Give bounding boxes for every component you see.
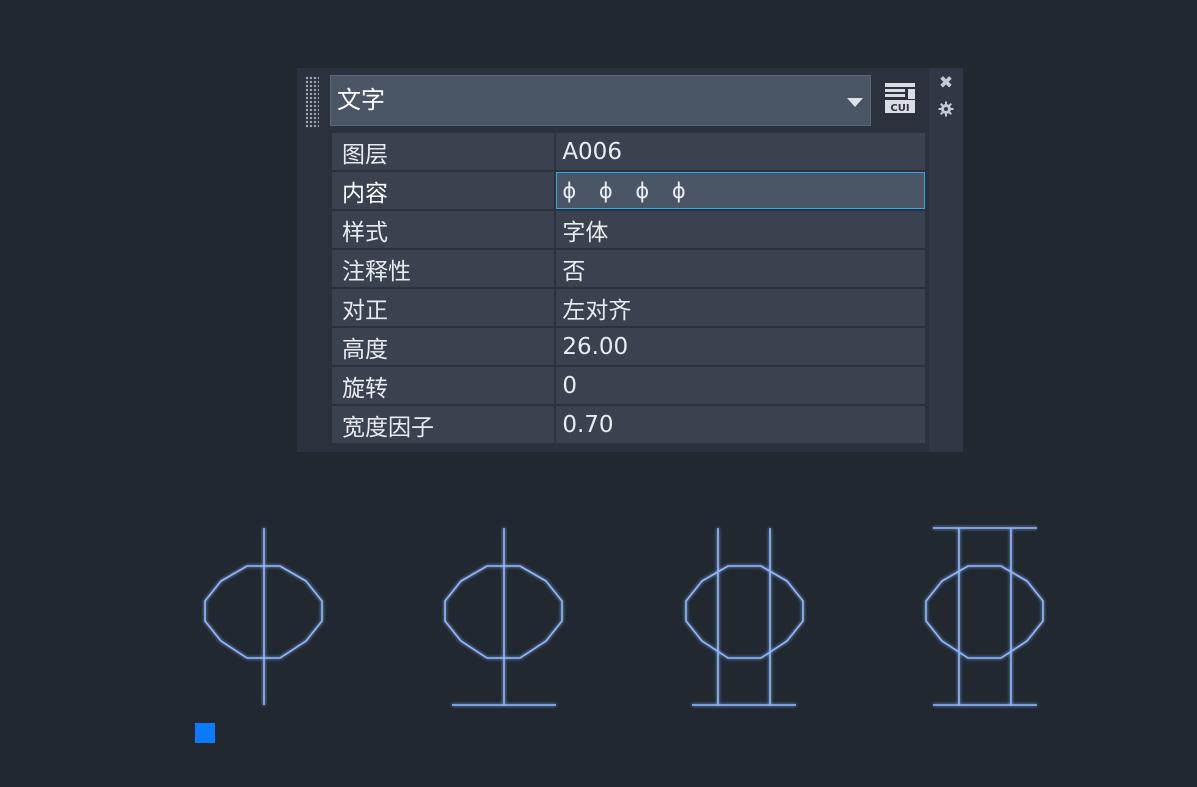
property-value-annotative[interactable]: 否 bbox=[554, 248, 927, 289]
property-row-contents[interactable]: 内容 ɸ ɸ ɸ ɸ bbox=[329, 170, 927, 211]
property-label: 高度 bbox=[329, 326, 557, 367]
property-value-layer[interactable]: A006 bbox=[554, 131, 927, 172]
phi-glyph-4[interactable] bbox=[925, 527, 1044, 706]
property-label: 注释性 bbox=[329, 248, 557, 289]
phi-glyph-1[interactable] bbox=[204, 528, 323, 705]
property-value-width-factor[interactable]: 0.70 bbox=[554, 404, 927, 445]
property-label: 旋转 bbox=[329, 365, 557, 406]
property-value-justify[interactable]: 左对齐 bbox=[554, 287, 927, 328]
property-label: 样式 bbox=[329, 209, 557, 250]
insertion-grip[interactable] bbox=[195, 723, 215, 743]
property-row-rotation[interactable]: 旋转 0 bbox=[329, 365, 927, 406]
palette-title-strip bbox=[929, 68, 963, 452]
property-row-style[interactable]: 样式 字体 bbox=[329, 209, 927, 250]
object-type-label: 文字 bbox=[337, 86, 385, 114]
cui-text: CUI bbox=[890, 103, 909, 114]
phi-glyph-3[interactable] bbox=[685, 528, 804, 706]
phi-glyph-2[interactable] bbox=[444, 528, 563, 706]
object-type-select[interactable]: 文字 bbox=[330, 75, 871, 126]
cui-button[interactable]: CUI bbox=[882, 81, 918, 115]
property-value-rotation[interactable]: 0 bbox=[554, 365, 927, 406]
property-label: 图层 bbox=[329, 131, 557, 172]
close-icon[interactable]: ✖ bbox=[937, 74, 955, 92]
properties-palette: 文字 CUI ✖ 图层 A006 内容 ɸ ɸ ɸ ɸ 样式 字体 注释性 否 … bbox=[297, 68, 963, 452]
property-value-style[interactable]: 字体 bbox=[554, 209, 927, 250]
property-value-contents[interactable]: ɸ ɸ ɸ ɸ bbox=[554, 170, 927, 211]
property-row-height[interactable]: 高度 26.00 bbox=[329, 326, 927, 367]
property-label: 宽度因子 bbox=[329, 404, 557, 445]
property-table: 图层 A006 内容 ɸ ɸ ɸ ɸ 样式 字体 注释性 否 对正 左对齐 高度… bbox=[329, 131, 927, 445]
gear-icon[interactable] bbox=[937, 100, 955, 118]
property-row-width-factor[interactable]: 宽度因子 0.70 bbox=[329, 404, 927, 445]
property-row-justify[interactable]: 对正 左对齐 bbox=[329, 287, 927, 328]
grip-dots-icon bbox=[305, 76, 319, 128]
property-value-height[interactable]: 26.00 bbox=[554, 326, 927, 367]
property-label: 内容 bbox=[329, 170, 557, 211]
cui-icon: CUI bbox=[885, 83, 915, 114]
property-row-layer[interactable]: 图层 A006 bbox=[329, 131, 927, 172]
palette-grip-handle[interactable] bbox=[297, 68, 327, 452]
property-row-annotative[interactable]: 注释性 否 bbox=[329, 248, 927, 289]
drawing-canvas[interactable] bbox=[0, 480, 1197, 787]
chevron-down-icon bbox=[847, 98, 863, 107]
property-label: 对正 bbox=[329, 287, 557, 328]
